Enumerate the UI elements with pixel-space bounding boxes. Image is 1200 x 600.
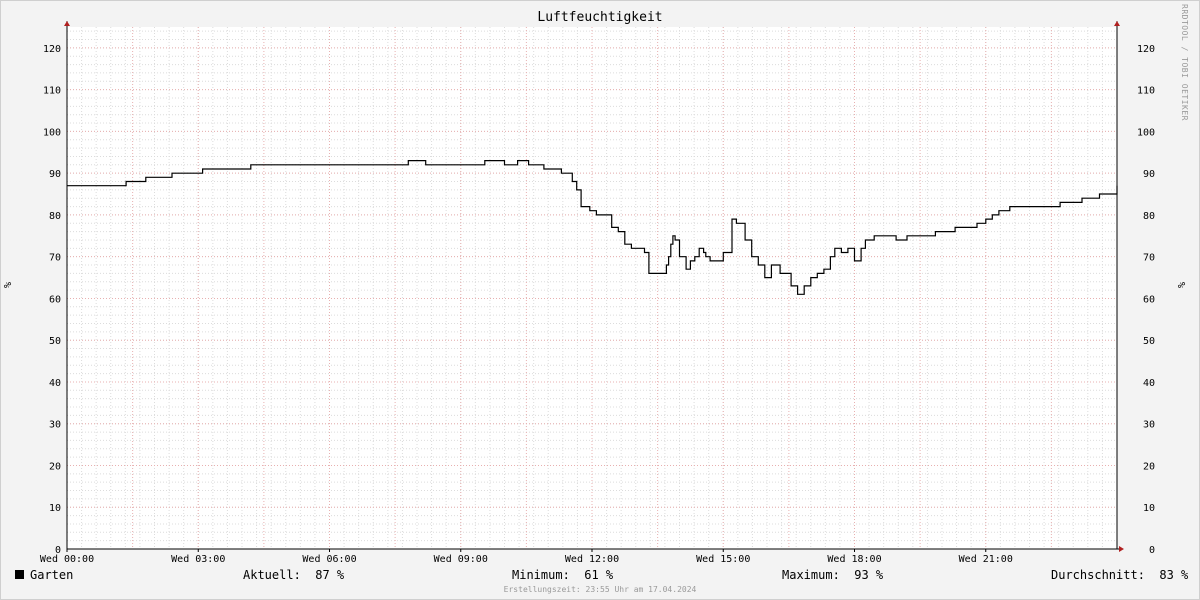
y-tick-label-left: 90	[49, 169, 61, 180]
y-tick-label-right: 90	[1143, 169, 1155, 180]
x-axis-arrow-icon	[1119, 546, 1124, 552]
legend-durchschnitt: Durchschnitt: 83 %	[1051, 568, 1189, 582]
y-tick-label-left: 20	[49, 461, 61, 472]
y-tick-label-left: 10	[49, 503, 61, 514]
y-tick-label-left: 110	[43, 86, 61, 97]
legend-series-name: Garten	[30, 568, 74, 582]
x-tick-label: Wed 03:00	[171, 554, 225, 565]
creation-time-footer: Erstellungszeit: 23:55 Uhr am 17.04.2024	[503, 585, 697, 594]
y-tick-label-right: 40	[1143, 378, 1155, 389]
y-tick-label-left: 30	[49, 420, 61, 431]
y-tick-label-left: 60	[49, 294, 61, 305]
y-tick-label-right: 50	[1143, 336, 1155, 347]
y-tick-label-right: 0	[1149, 545, 1155, 556]
x-tick-label: Wed 06:00	[302, 554, 356, 565]
x-tick-label: Wed 00:00	[40, 554, 94, 565]
y-tick-label-right: 70	[1143, 253, 1155, 264]
y-axis-right-arrow-icon	[1114, 21, 1120, 26]
x-tick-label: Wed 09:00	[434, 554, 488, 565]
y-tick-label-left: 50	[49, 336, 61, 347]
y-tick-label-left: 40	[49, 378, 61, 389]
humidity-chart: 0 010 1020 2030 3040 4050 5060 6070 7080 8090 9010…	[40, 21, 1155, 565]
y-tick-label-right: 10	[1143, 503, 1155, 514]
y-tick-label-right: 30	[1143, 420, 1155, 431]
y-tick-label-left: 70	[49, 253, 61, 264]
legend-swatch-garten	[15, 570, 24, 579]
x-tick-label: Wed 15:00	[696, 554, 750, 565]
y-tick-label-left: 120	[43, 44, 61, 55]
y-tick-label-left: 80	[49, 211, 61, 222]
legend-aktuell: Aktuell: 87 %	[243, 568, 345, 582]
y-tick-label-right: 100	[1137, 127, 1155, 138]
x-tick-label: Wed 12:00	[565, 554, 619, 565]
y-axis-left-arrow-icon	[64, 21, 70, 26]
legend-minimum: Minimum: 61 %	[512, 568, 614, 582]
y-tick-label-right: 60	[1143, 294, 1155, 305]
x-tick-label: Wed 21:00	[959, 554, 1013, 565]
y-tick-label-left: 100	[43, 127, 61, 138]
y-tick-label-right: 20	[1143, 461, 1155, 472]
y-tick-label-right: 80	[1143, 211, 1155, 222]
x-tick-label: Wed 18:00	[827, 554, 881, 565]
y-tick-label-right: 120	[1137, 44, 1155, 55]
legend-maximum: Maximum: 93 %	[782, 568, 884, 582]
y-tick-label-right: 110	[1137, 86, 1155, 97]
